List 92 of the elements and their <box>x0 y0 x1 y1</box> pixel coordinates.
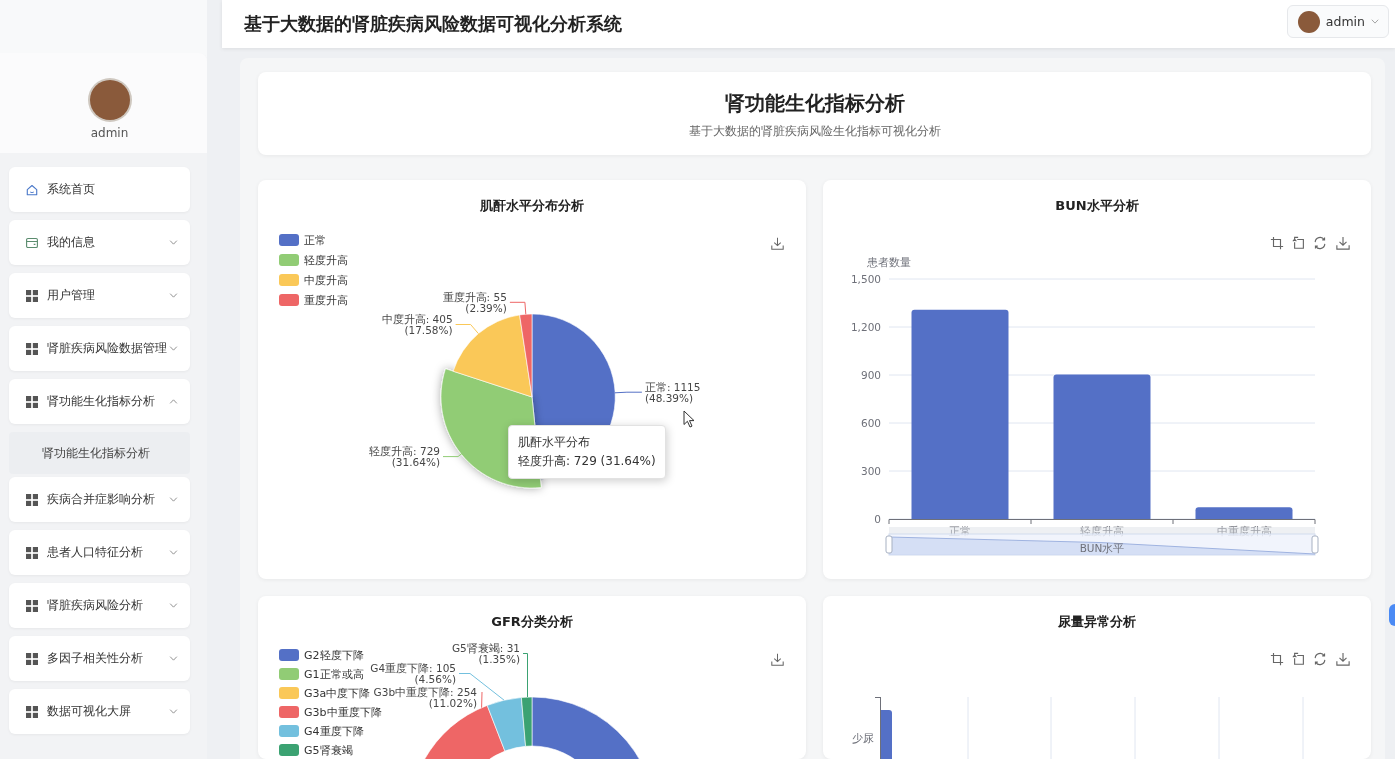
download-icon[interactable] <box>771 237 784 250</box>
axis-tick-label: 轻度升高 <box>1080 524 1124 537</box>
pie-slice[interactable] <box>519 313 533 398</box>
grid-icon <box>26 546 38 559</box>
avatar <box>1297 10 1320 33</box>
pie-slice[interactable] <box>452 314 533 398</box>
leader-line <box>455 324 479 335</box>
slice-label: G5肾衰竭: 31 (1.35%) <box>451 642 520 665</box>
caret-icon <box>1371 19 1379 24</box>
axis-tick-label: 0 <box>874 513 881 525</box>
slice-label: 轻度升高: 729 (31.64%) <box>369 445 440 469</box>
card-icon <box>26 236 38 249</box>
menu-item[interactable]: 肾脏疾病风险数据管理 <box>9 326 190 371</box>
menu-item[interactable]: 多因子相关性分析 <box>9 636 190 681</box>
leader-line <box>509 301 527 315</box>
leader-line <box>522 653 528 698</box>
grid-icon <box>26 342 38 355</box>
crop-icon[interactable] <box>1270 236 1284 250</box>
download-icon[interactable] <box>1336 652 1350 666</box>
donut-slice[interactable] <box>486 697 526 752</box>
page-subtitle: 基于大数据的肾脏疾病风险生化指标可视化分析 <box>688 124 941 138</box>
refresh-icon[interactable] <box>1315 237 1325 249</box>
grid-icon <box>26 599 38 612</box>
menu-item[interactable]: 疾病合并症影响分析 <box>9 477 190 522</box>
grid-icon <box>26 652 38 665</box>
chart-title: BUN水平分析 <box>1055 198 1139 214</box>
chart-title: GFR分类分析 <box>491 614 573 630</box>
menu-item[interactable]: 系统首页 <box>9 167 190 212</box>
legend-item[interactable]: G4重度下降 <box>279 724 364 738</box>
menu-item[interactable]: 肾功能生化指标分析 <box>9 379 190 424</box>
tooltip-text: 轻度升高: 729 (31.64%) <box>518 453 656 470</box>
chart-title: 尿量异常分析 <box>1058 614 1136 630</box>
axis-tick-label: 300 <box>860 465 881 477</box>
page-title: 肾功能生化指标分析 <box>724 91 905 115</box>
bar <box>881 710 892 759</box>
user-menu-button[interactable]: admin <box>1286 5 1389 38</box>
slider-handle[interactable] <box>885 535 893 554</box>
avatar <box>89 80 130 120</box>
menu-item[interactable]: 用户管理 <box>9 273 190 318</box>
mouse-pointer-icon <box>683 410 695 428</box>
axis-title: 患者数量 <box>867 256 911 268</box>
legend-item[interactable]: G3a中度下降 <box>279 686 371 700</box>
menu-item[interactable]: 我的信息 <box>9 220 190 265</box>
axis-tick-label: 1,500 <box>850 273 881 285</box>
axis-tick-label: 中重度升高 <box>1216 524 1272 537</box>
donut-slice[interactable] <box>521 696 533 747</box>
crop-back-icon[interactable] <box>1292 237 1304 249</box>
home-icon <box>26 183 38 196</box>
user-name: admin <box>90 126 129 140</box>
refresh-icon[interactable] <box>1315 653 1325 665</box>
legend-item[interactable]: G3b中重度下降 <box>279 705 382 719</box>
menu-item[interactable]: 肾脏疾病风险分析 <box>9 583 190 628</box>
axis-tick-label: 1,200 <box>850 321 881 333</box>
submenu-item[interactable]: 肾功能生化指标分析 <box>9 432 190 474</box>
grid-icon <box>26 705 38 718</box>
crop-back-icon[interactable] <box>1292 653 1304 665</box>
slider-handle[interactable] <box>1311 535 1319 554</box>
floating-button[interactable] <box>1389 604 1395 626</box>
download-icon[interactable] <box>771 653 784 666</box>
y-axis-line <box>874 696 881 759</box>
slice-label: 中度升高: 405 (17.58%) <box>381 313 453 336</box>
legend-item[interactable]: G1正常或高 <box>279 667 364 681</box>
legend-label: 正常 <box>304 233 326 247</box>
slice-label: G4重度下降: 105 (4.56%) <box>370 662 456 685</box>
app-title: 基于大数据的肾脏疾病风险数据可视化分析系统 <box>244 13 622 36</box>
axis-tick-label: 正常 <box>949 524 971 537</box>
menu-item[interactable]: 患者人口特征分析 <box>9 530 190 575</box>
tooltip-title: 肌酐水平分布 <box>518 434 590 451</box>
axis-tick-label: 900 <box>860 369 881 381</box>
legend-item[interactable]: 中度升高 <box>279 273 348 287</box>
legend-item[interactable]: 重度升高 <box>279 293 348 307</box>
axis-tick-label: 600 <box>860 417 881 429</box>
legend-item[interactable]: G2轻度下降 <box>279 648 364 662</box>
legend-item[interactable]: 轻度升高 <box>279 253 348 267</box>
slice-label: 正常: 1115 (48.39%) <box>644 380 701 404</box>
legend-item[interactable]: 正常 <box>279 233 326 247</box>
zoom-slider[interactable] <box>885 527 1319 556</box>
menu-item[interactable]: 数据可视化大屏 <box>9 689 190 734</box>
grid-icon <box>26 289 38 302</box>
chart-title: 肌酐水平分布分析 <box>480 198 584 214</box>
crop-icon[interactable] <box>1270 652 1284 666</box>
grid-icon <box>26 395 38 408</box>
legend-label: 中度升高 <box>304 273 348 287</box>
legend-label: 重度升高 <box>304 293 348 307</box>
legend-item[interactable]: G5肾衰竭 <box>279 743 353 757</box>
slice-label: 重度升高: 55 (2.39%) <box>442 290 507 314</box>
legend-label: 轻度升高 <box>304 253 348 267</box>
grid-icon <box>26 493 38 506</box>
download-icon[interactable] <box>1336 236 1350 250</box>
axis-title: BUN水平 <box>1079 542 1125 554</box>
axis-tick-label: 少尿 <box>852 732 874 744</box>
leader-line <box>614 391 643 394</box>
